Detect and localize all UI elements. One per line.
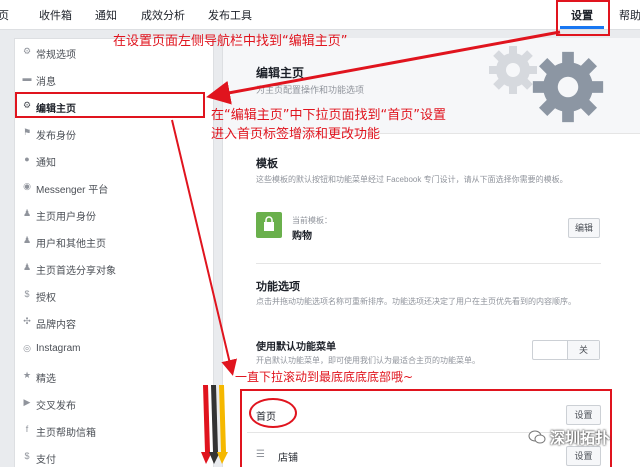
dollar-icon: $ <box>24 451 30 461</box>
sidebar-item-publish-as[interactable]: ⚑ 发布身份 <box>15 120 213 146</box>
features-description: 点击并拖动功能选项名称可重新排序。功能选项还决定了用户在主页优先看到的内容顺序。 <box>256 297 576 306</box>
default-menu-description: 开启默认功能菜单，即可使用我们认为最适合主页的功能菜单。 <box>256 356 480 365</box>
brand-icon: ✣ <box>23 316 31 326</box>
page-title: 编辑主页 <box>256 66 305 80</box>
tab-insights[interactable]: 成效分析 <box>141 7 185 23</box>
sidebar-item-label: 主页用户身份 <box>36 212 96 223</box>
people-icon: ♟ <box>22 235 32 245</box>
annotation-scroll-down: 一直下拉滚动到最底底底底部哦~ <box>235 370 414 384</box>
sidebar-item-label: 精选 <box>36 374 56 385</box>
video-icon: ▶ <box>23 397 31 407</box>
edit-template-button[interactable]: 编辑 <box>568 218 600 238</box>
sidebar-item-label: 消息 <box>36 77 56 88</box>
dollar-icon: $ <box>24 289 30 299</box>
sidebar-item-preferred-audience[interactable]: ♟ 主页首选分享对象 <box>15 255 213 281</box>
watermark-text: 深圳拓扑 <box>550 430 611 447</box>
shopping-bag-icon <box>256 212 282 238</box>
sidebar-item-label: 通知 <box>36 158 56 169</box>
instagram-icon: ◎ <box>23 343 31 353</box>
sidebar-item-messages[interactable]: ▬ 消息 <box>15 66 213 92</box>
people-icon: ♟ <box>22 262 32 272</box>
edit-page-highlight-box <box>15 92 205 118</box>
person-icon: ♟ <box>22 208 32 218</box>
page-root: { "topnav": { "tabs": [ {"label": "页"}, … <box>0 0 640 467</box>
sidebar-item-label: 主页帮助信箱 <box>36 428 96 439</box>
tab-publishing-tools[interactable]: 发布工具 <box>208 7 252 23</box>
annotation-find-home-line1: 在“编辑主页”中下拉页面找到“首页”设置 <box>211 108 446 123</box>
sidebar-item-featured[interactable]: ★ 精选 <box>15 363 213 389</box>
sidebar-item-support-inbox[interactable]: f 主页帮助信箱 <box>15 417 213 443</box>
sidebar-item-label: 交叉发布 <box>36 401 76 412</box>
sidebar-item-label: Instagram <box>36 343 81 354</box>
tab-page[interactable]: 页 <box>0 7 9 23</box>
sidebar-item-branded-content[interactable]: ✣ 品牌内容 <box>15 309 213 335</box>
wechat-icon <box>528 430 546 444</box>
sidebar-item-label: 品牌内容 <box>36 320 76 331</box>
current-template-label: 当前模板： <box>292 216 332 225</box>
gear-icon: ⚙ <box>22 46 32 56</box>
sidebar-item-people-and-pages[interactable]: ♟ 用户和其他主页 <box>15 228 213 254</box>
current-template-value: 购物 <box>292 231 312 242</box>
current-template: 当前模板： 购物 <box>256 206 601 250</box>
page-subtitle: 为主页配置操作和功能选项 <box>256 85 365 95</box>
sidebar-item-crossposting[interactable]: ▶ 交叉发布 <box>15 390 213 416</box>
template-heading: 模板 <box>256 158 278 170</box>
sidebar-item-label: 常规选项 <box>36 50 76 61</box>
gear-illustration-large-icon <box>532 51 604 123</box>
sidebar-item-notifications[interactable]: ● 通知 <box>15 147 213 173</box>
sidebar-item-label: 主页首选分享对象 <box>36 266 116 277</box>
sidebar-item-label: Messenger 平台 <box>36 185 109 196</box>
sidebar-item-messenger[interactable]: ◉ Messenger 平台 <box>15 174 213 200</box>
message-icon: ▬ <box>22 73 32 83</box>
sidebar-item-payments[interactable]: $ 支付 <box>15 444 213 467</box>
flag-icon: ⚑ <box>22 127 32 137</box>
facebook-icon: f <box>25 424 29 434</box>
sidebar-item-instagram[interactable]: ◎ Instagram <box>15 336 213 362</box>
features-heading: 功能选项 <box>256 281 300 293</box>
sidebar-item-label: 用户和其他主页 <box>36 239 106 250</box>
annotation-find-home-line2: 进入首页标签增添和更改功能 <box>211 127 381 142</box>
divider <box>256 263 601 264</box>
tab-help[interactable]: 帮助 <box>619 7 640 23</box>
settings-highlight-box <box>556 0 610 36</box>
default-menu-label: 使用默认功能菜单 <box>256 342 336 353</box>
chat-icon: ◉ <box>23 181 31 191</box>
template-description: 这些模板的默认按钮和功能菜单经过 Facebook 专门设计，请从下面选择你需要… <box>256 175 568 184</box>
top-nav-bar: 页 收件箱 通知 成效分析 发布工具 设置 帮助 <box>0 0 640 30</box>
sidebar-item-authorizations[interactable]: $ 授权 <box>15 282 213 308</box>
tab-inbox[interactable]: 收件箱 <box>39 7 72 23</box>
sidebar-item-label: 支付 <box>36 455 56 466</box>
tab-notifications[interactable]: 通知 <box>95 7 117 23</box>
sidebar-item-label: 授权 <box>36 293 56 304</box>
globe-icon: ● <box>24 154 30 164</box>
annotation-find-edit-page: 在设置页面左侧导航栏中找到“编辑主页” <box>113 34 348 49</box>
sidebar-item-page-roles[interactable]: ♟ 主页用户身份 <box>15 201 213 227</box>
sidebar-item-label: 发布身份 <box>36 131 76 142</box>
toggle-off-label: 关 <box>567 341 599 359</box>
home-highlight-oval <box>249 398 297 428</box>
default-menu-toggle[interactable]: 关 <box>532 340 600 360</box>
star-icon: ★ <box>22 370 32 380</box>
